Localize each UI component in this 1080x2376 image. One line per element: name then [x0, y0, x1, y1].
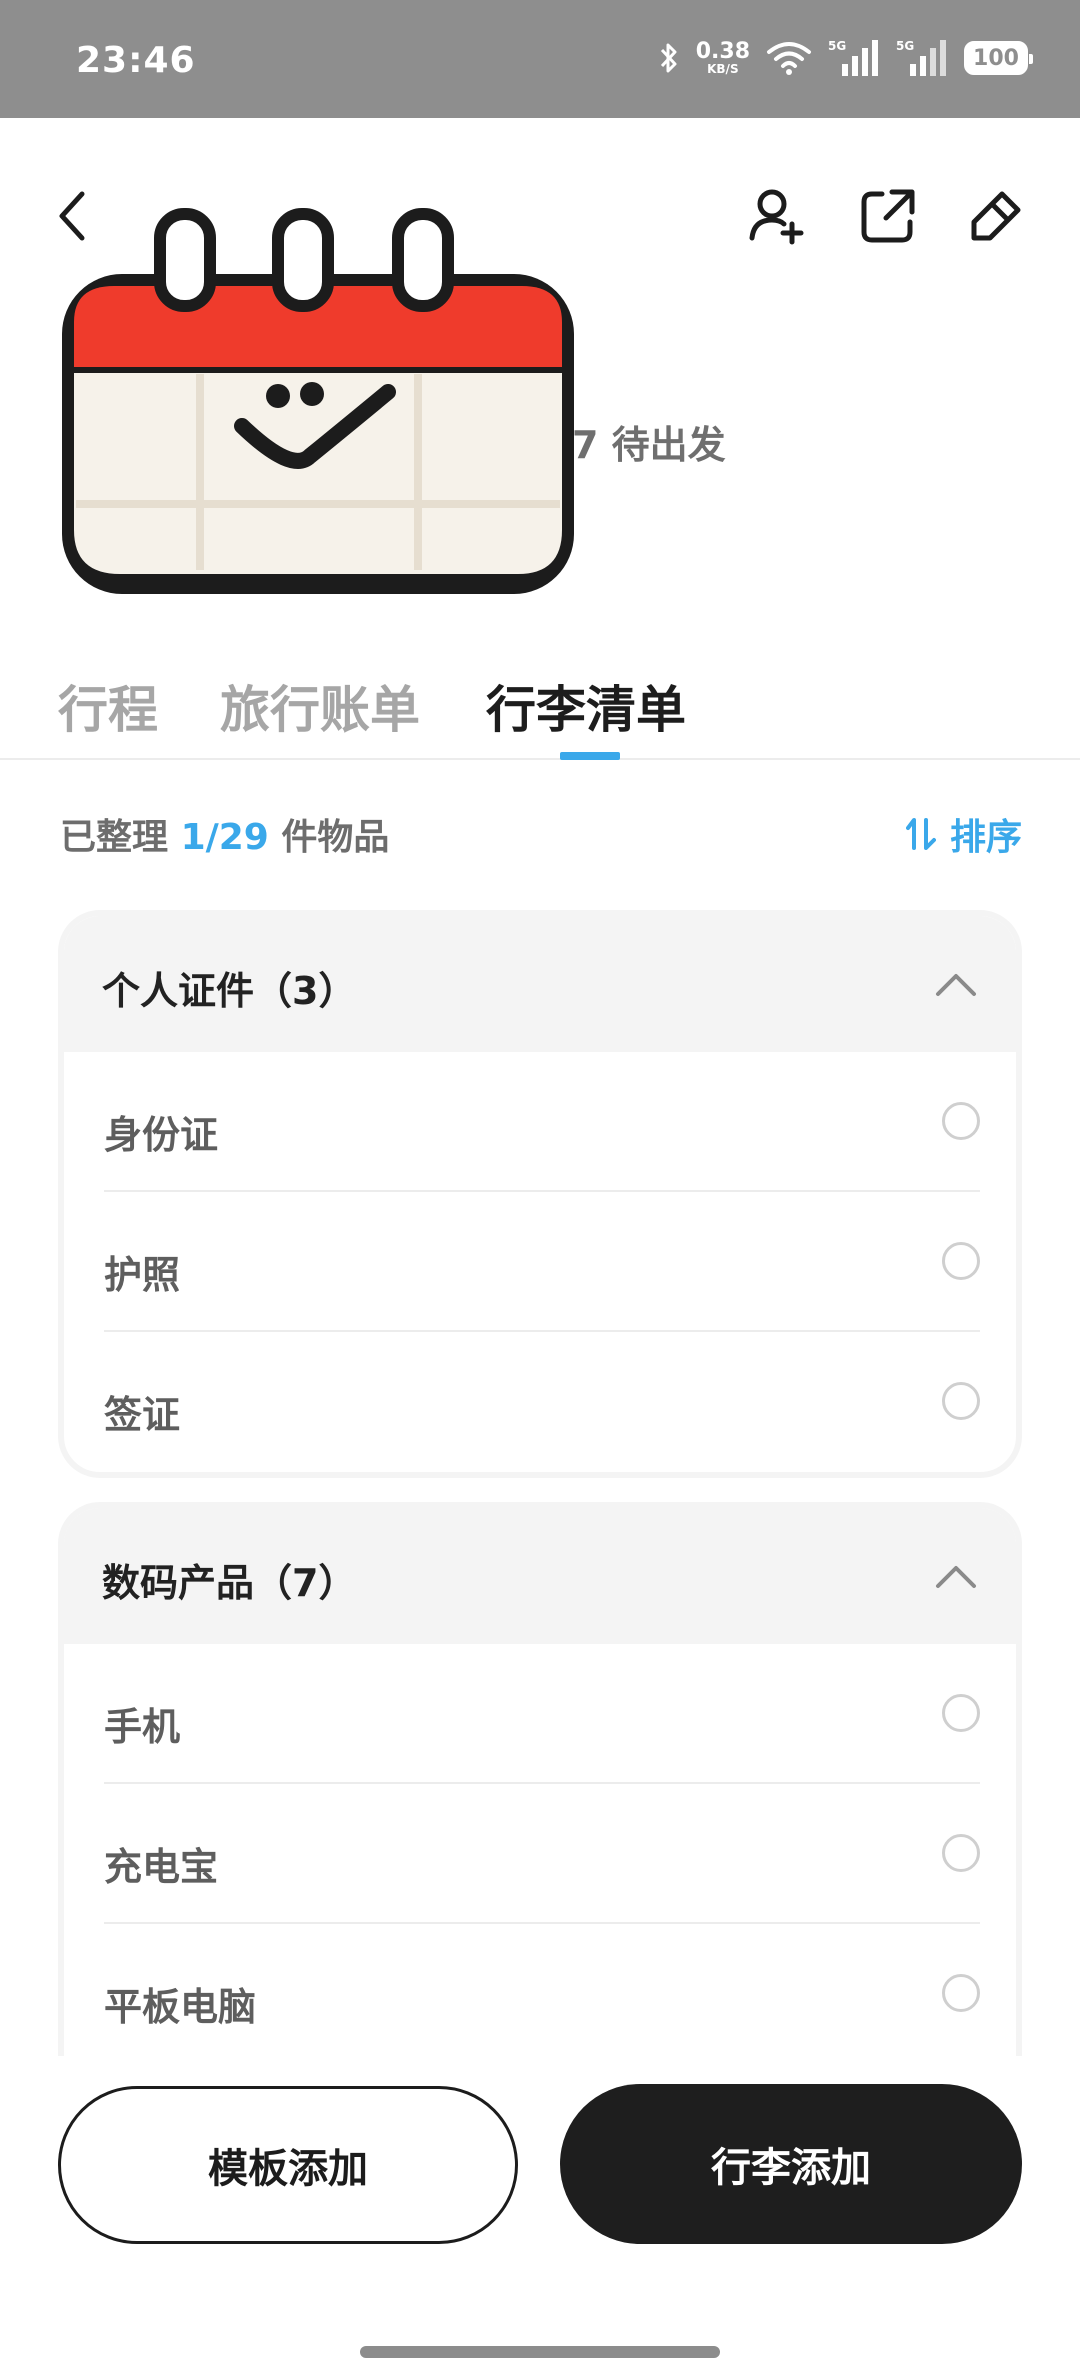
calendar-illustration-icon	[62, 208, 574, 594]
item-name: 护照	[104, 1253, 181, 1297]
battery-icon: 100	[964, 41, 1033, 75]
signal-icon-2: 5G	[896, 38, 948, 78]
packing-summary: 已整理 1/29 件物品	[60, 808, 389, 860]
tab-itinerary[interactable]: 行程	[58, 670, 158, 742]
category-title: 数码产品（7）	[102, 1561, 357, 1605]
status-icons: 0.38 KB/S 5G 5G 100	[658, 38, 1033, 78]
bluetooth-icon	[658, 40, 680, 76]
luggage-add-button[interactable]: 行李添加	[560, 2084, 1022, 2244]
collapse-button[interactable]	[924, 952, 988, 1016]
edit-button[interactable]	[960, 176, 1032, 256]
category-header[interactable]: 个人证件（3）	[64, 916, 1016, 1052]
item-name: 平板电脑	[104, 1985, 257, 2029]
item-checkbox[interactable]	[942, 1694, 980, 1732]
trip-header: 7 待出发	[0, 118, 1080, 638]
sort-button[interactable]: 排序	[905, 808, 1022, 860]
tab-bar: 行程 旅行账单 行李清单	[0, 660, 1080, 760]
collapse-button[interactable]	[924, 1544, 988, 1608]
category-title: 个人证件（3）	[102, 969, 357, 1013]
list-item[interactable]: 签证	[64, 1332, 1016, 1472]
wifi-icon	[766, 40, 812, 76]
item-checkbox[interactable]	[942, 1834, 980, 1872]
list-item[interactable]: 护照	[64, 1192, 1016, 1332]
summary-count: 1/29	[180, 817, 269, 858]
template-add-button[interactable]: 模板添加	[58, 2086, 518, 2244]
list-item[interactable]: 平板电脑	[64, 1924, 1016, 2062]
item-name: 签证	[104, 1393, 181, 1437]
edit-icon	[971, 191, 1021, 241]
status-time: 23:46	[76, 40, 196, 81]
list-item[interactable]: 充电宝	[64, 1784, 1016, 1924]
net-speed-value: 0.38	[695, 39, 750, 64]
share-button[interactable]	[852, 176, 924, 256]
item-name: 身份证	[104, 1113, 219, 1157]
item-checkbox[interactable]	[942, 1974, 980, 2012]
summary-suffix: 件物品	[281, 817, 390, 858]
item-checkbox[interactable]	[942, 1102, 980, 1140]
sort-label: 排序	[949, 817, 1022, 858]
trip-status: 7 待出发	[572, 423, 726, 467]
signal-label-2: 5G	[896, 39, 914, 53]
net-speed: 0.38 KB/S	[695, 39, 750, 76]
bottom-action-bar: 模板添加 行李添加	[0, 2056, 1080, 2376]
chevron-up-icon	[936, 1566, 976, 1588]
item-name: 充电宝	[104, 1845, 219, 1889]
category-card: 个人证件（3） 身份证 护照 签证	[58, 910, 1022, 1478]
category-header[interactable]: 数码产品（7）	[64, 1508, 1016, 1644]
tab-luggage-list[interactable]: 行李清单	[486, 670, 686, 742]
tab-travel-bill[interactable]: 旅行账单	[220, 670, 420, 742]
add-member-icon	[749, 189, 804, 245]
tab-active-indicator	[560, 752, 620, 760]
share-icon	[861, 189, 915, 243]
home-indicator[interactable]	[360, 2346, 720, 2358]
back-icon	[59, 191, 85, 241]
item-checkbox[interactable]	[942, 1382, 980, 1420]
signal-label-1: 5G	[828, 39, 846, 53]
sort-icon	[905, 818, 936, 850]
battery-level: 100	[973, 45, 1019, 71]
add-member-button[interactable]	[742, 176, 814, 256]
status-bar: 23:46 0.38 KB/S 5G 5G 100	[0, 0, 1080, 118]
list-item[interactable]: 身份证	[64, 1052, 1016, 1192]
list-item[interactable]: 手机	[64, 1644, 1016, 1784]
back-button[interactable]	[44, 176, 100, 256]
signal-icon-1: 5G	[828, 38, 880, 78]
chevron-up-icon	[936, 974, 976, 996]
net-speed-unit: KB/S	[707, 62, 739, 76]
summary-prefix: 已整理	[60, 817, 169, 858]
item-name: 手机	[104, 1705, 181, 1749]
item-checkbox[interactable]	[942, 1242, 980, 1280]
category-card: 数码产品（7） 手机 充电宝 平板电脑	[58, 1502, 1022, 2062]
